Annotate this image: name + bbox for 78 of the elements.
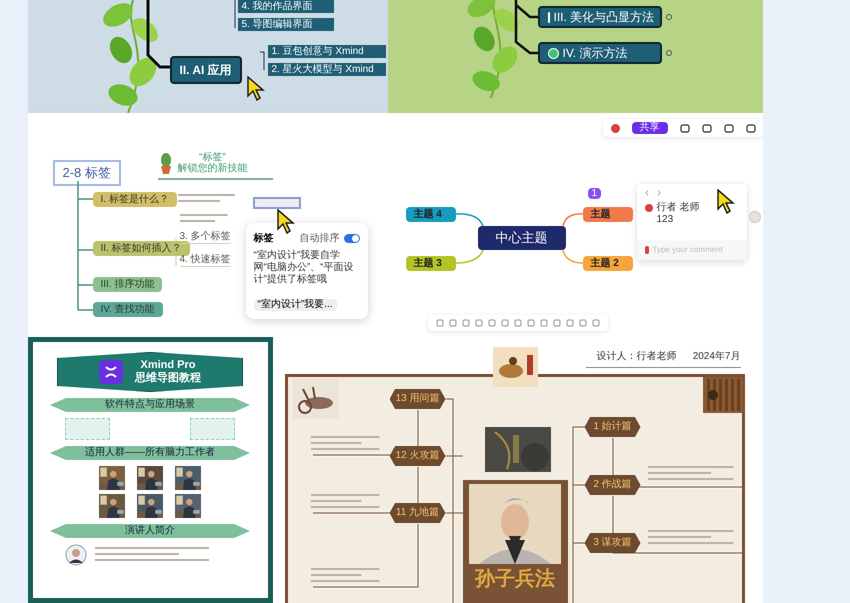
subtopic-node[interactable]: 4. 我的作品界面: [238, 0, 334, 13]
section-banner: 适用人群——所有脑力工作者: [50, 446, 250, 460]
comment-field[interactable]: Type your comment: [636, 240, 746, 260]
popup-title: 标签: [254, 232, 274, 246]
previous-icon[interactable]: [644, 190, 648, 196]
poster-title: Xmind Pro: [140, 359, 196, 372]
branch-line: [146, 0, 170, 68]
feature-card: [65, 418, 110, 440]
subtopic-node[interactable]: 1. 豆包创意与 Xmind: [268, 45, 386, 58]
branch-line: [259, 52, 264, 70]
chapter-node[interactable]: 11 九地篇: [390, 503, 446, 523]
user-avatar[interactable]: [610, 124, 620, 132]
comment-body: 123: [656, 214, 674, 226]
chapter-node[interactable]: 13 用间篇: [390, 389, 446, 409]
collaborator-avatar: [748, 211, 760, 223]
chapter-node[interactable]: 1 始计篇: [584, 417, 640, 437]
branch-line: [455, 213, 484, 226]
topic-node[interactable]: 主题 2: [582, 256, 632, 271]
auto-sort-toggle[interactable]: [344, 234, 360, 243]
popup-text: “室内设计”我要自学网“电脑办公”、“平面设计”提供了标签哦: [254, 250, 354, 286]
cursor-icon: [246, 76, 266, 102]
branch-node[interactable]: I. 标签是什么？: [92, 192, 177, 207]
chapter-node[interactable]: 12 火攻篇: [390, 446, 446, 466]
central-topic[interactable]: 中心主题: [478, 226, 566, 250]
header-subtitle: 解锁您的新技能: [178, 163, 248, 174]
branch-node[interactable]: IV. 查找功能: [92, 302, 163, 317]
text-lines-drawing: [180, 213, 230, 225]
branch-node[interactable]: II. AI 应用: [170, 56, 242, 84]
comment-input[interactable]: Type your comment: [652, 244, 738, 256]
branch-line: [455, 250, 484, 264]
central-title: 孙子兵法: [475, 566, 555, 592]
branch-line: [562, 213, 583, 226]
topic-node[interactable]: 主题: [582, 207, 632, 222]
comment-author: 行者 老师: [656, 202, 700, 214]
chapter-node[interactable]: 2 作战篇: [584, 475, 640, 495]
text-lines-drawing: [310, 493, 382, 511]
poster-subtitle: 思维导图教程: [135, 372, 201, 385]
speaker-avatar: [65, 544, 87, 566]
feature-card: [190, 418, 235, 440]
selected-node[interactable]: [252, 197, 300, 209]
designer-label: 设计人：行者老师: [596, 350, 677, 364]
branch-node[interactable]: IV. 演示方法: [538, 42, 662, 64]
app-logo: [99, 360, 123, 384]
topic-node[interactable]: 主题 3: [406, 256, 456, 271]
subtopic-node[interactable]: 5. 导图编辑界面: [238, 18, 334, 31]
topic-node[interactable]: 主题 4: [406, 207, 456, 222]
cursor-icon: [276, 209, 296, 235]
header-quote: “标签”: [199, 152, 226, 163]
tag-chip[interactable]: “室内设计”我要...: [254, 299, 336, 311]
toolbar-icon[interactable]: [746, 124, 756, 132]
share-button[interactable]: 共享: [632, 122, 668, 134]
section-banner: 软件特点与应用场景: [50, 398, 250, 412]
branch-node[interactable]: II. 标签如何插入？: [92, 241, 190, 256]
toolbar-icon[interactable]: [702, 124, 712, 132]
branch-node[interactable]: III. 排序功能: [92, 277, 162, 292]
branch-line: [514, 0, 539, 54]
text-lines-drawing: [178, 193, 238, 205]
chapter-node[interactable]: 3 谋攻篇: [584, 533, 640, 553]
collapse-icon[interactable]: [666, 50, 672, 56]
branch-line: [562, 250, 583, 264]
root-node[interactable]: 2-8 标签: [52, 160, 121, 186]
text-lines-drawing: [310, 435, 382, 453]
toolbar-icon[interactable]: [724, 124, 734, 132]
branch-line: [234, 0, 235, 28]
branch-node[interactable]: III. 美化与凸显方法: [538, 6, 662, 28]
next-icon[interactable]: [656, 190, 660, 196]
toolbar-icon[interactable]: [680, 124, 690, 132]
cursor-icon: [716, 189, 736, 215]
author-avatar: [644, 204, 652, 212]
detail-node[interactable]: 4. 快速标签: [180, 254, 231, 267]
comment-count-badge: 1: [588, 188, 602, 199]
toggle-label: 自动排序: [300, 232, 340, 246]
text-lines-drawing: [310, 567, 382, 585]
detail-node[interactable]: 3. 多个标签: [180, 231, 231, 244]
section-banner: 演讲人简介: [50, 524, 250, 538]
date-label: 2024年7月: [692, 350, 740, 364]
subtopic-node[interactable]: 2. 星火大模型与 Xmind: [268, 63, 386, 76]
collapse-icon[interactable]: [666, 14, 672, 20]
